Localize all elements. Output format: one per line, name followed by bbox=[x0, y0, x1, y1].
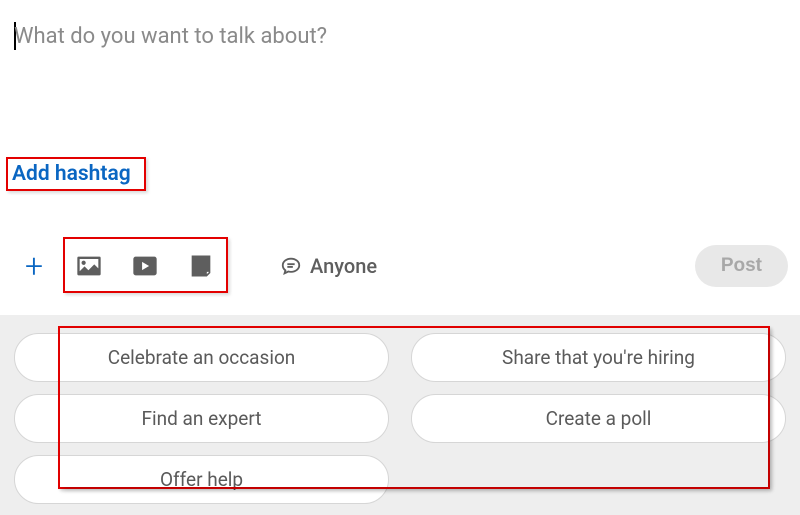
photo-icon bbox=[75, 252, 103, 280]
visibility-label: Anyone bbox=[310, 254, 377, 278]
visibility-selector[interactable]: Anyone bbox=[280, 254, 377, 278]
media-icon-group bbox=[72, 249, 218, 283]
post-button[interactable]: Post bbox=[695, 245, 788, 287]
toolbar: + Anyone bbox=[14, 246, 377, 286]
composer-input[interactable] bbox=[14, 24, 786, 99]
add-document-button[interactable] bbox=[184, 249, 218, 283]
add-more-button[interactable]: + bbox=[14, 246, 54, 286]
suggestion-chip-expert[interactable]: Find an expert bbox=[14, 394, 389, 443]
composer-area[interactable] bbox=[14, 24, 786, 103]
add-hashtag-link[interactable]: Add hashtag bbox=[10, 160, 133, 188]
video-icon bbox=[131, 252, 159, 280]
add-video-button[interactable] bbox=[128, 249, 162, 283]
document-icon bbox=[187, 252, 215, 280]
suggestion-chip-celebrate[interactable]: Celebrate an occasion bbox=[14, 333, 389, 382]
plus-icon: + bbox=[25, 250, 43, 282]
suggestion-chip-hiring[interactable]: Share that you're hiring bbox=[411, 333, 786, 382]
add-photo-button[interactable] bbox=[72, 249, 106, 283]
suggestion-chip-poll[interactable]: Create a poll bbox=[411, 394, 786, 443]
suggestion-chip-help[interactable]: Offer help bbox=[14, 455, 389, 504]
suggestion-panel: Celebrate an occasion Share that you're … bbox=[0, 315, 800, 515]
comment-icon bbox=[280, 255, 302, 277]
